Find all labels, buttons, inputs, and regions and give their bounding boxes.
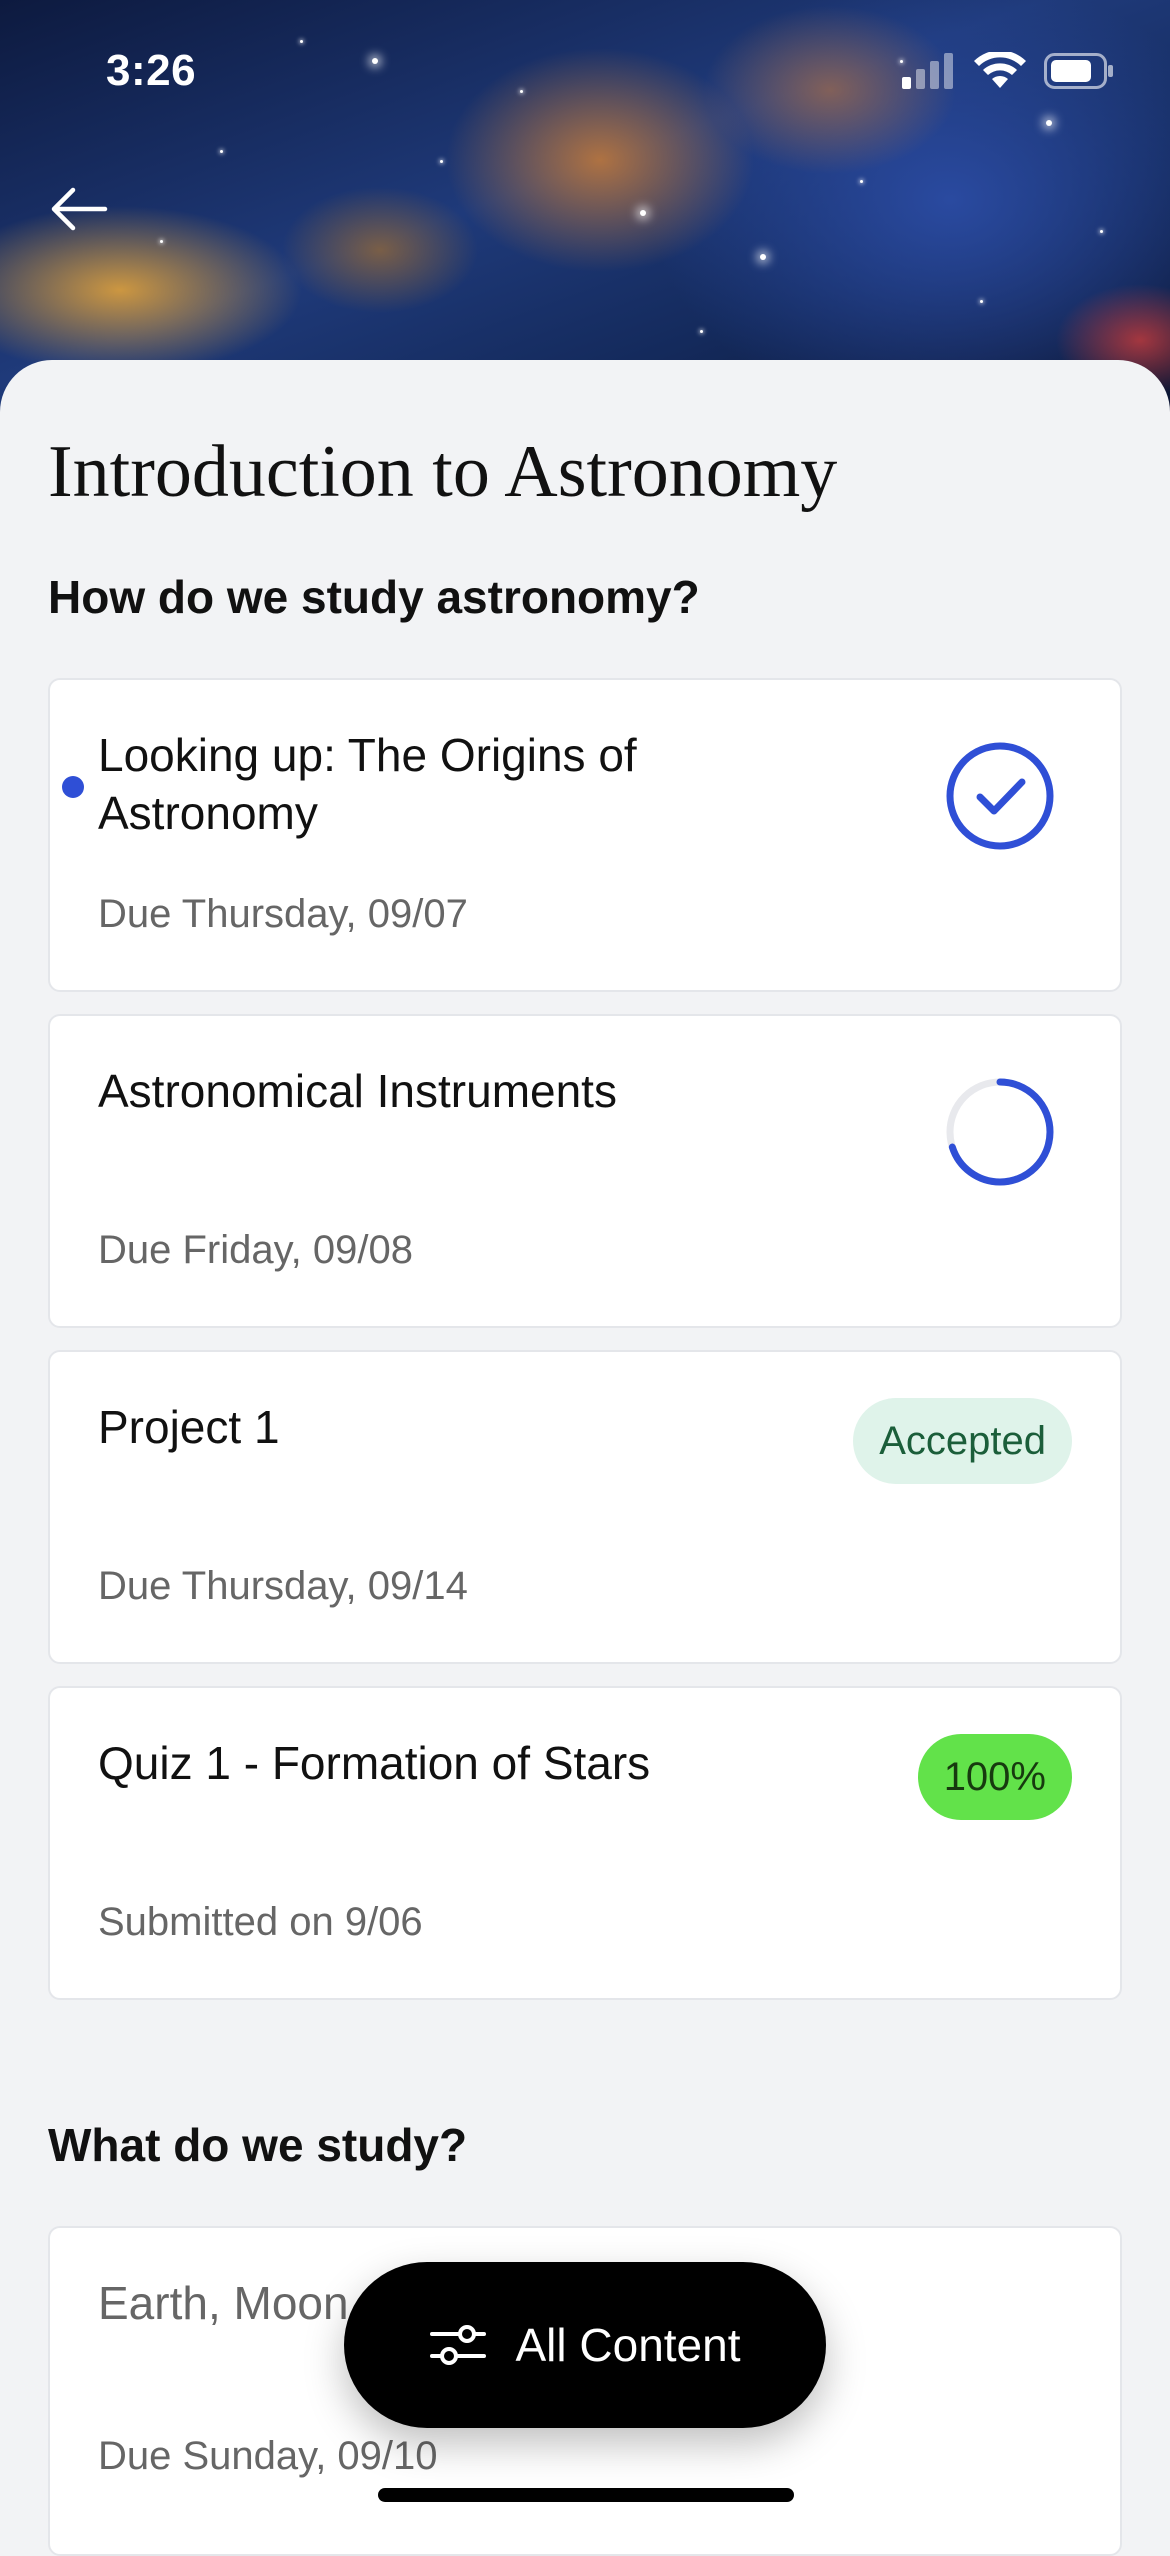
item-title: Project 1: [98, 1401, 280, 1453]
unread-indicator: [62, 776, 84, 798]
item-subtitle: Due Sunday, 09/10: [98, 2434, 438, 2478]
section-heading: How do we study astronomy?: [48, 571, 700, 623]
home-indicator: [378, 2488, 794, 2502]
check-circle-icon: [946, 742, 1054, 850]
sliders-icon: [430, 2325, 487, 2365]
page-title: Introduction to Astronomy: [48, 431, 838, 513]
list-item[interactable]: Quiz 1 - Formation of Stars Submitted on…: [48, 1686, 1122, 2000]
status-time: 3:26: [106, 46, 197, 95]
item-subtitle: Due Thursday, 09/07: [98, 892, 468, 936]
status-icons: [902, 52, 1114, 90]
progress-ring-icon: [946, 1078, 1054, 1186]
item-title: Astronomical Instruments: [98, 1065, 617, 1117]
list-item[interactable]: Project 1 Due Thursday, 09/14 Accepted: [48, 1350, 1122, 1664]
battery-icon: [1044, 53, 1113, 89]
item-subtitle: Due Friday, 09/08: [98, 1228, 413, 1272]
item-title: Looking up: The Origins of Astronomy: [98, 729, 637, 839]
back-button[interactable]: [44, 174, 114, 244]
signal-icon: [902, 53, 953, 89]
section-heading: What do we study?: [48, 2119, 468, 2171]
list-item[interactable]: Looking up: The Origins of Astronomy Due…: [48, 678, 1122, 992]
wifi-icon: [974, 52, 1026, 88]
arrow-left-icon: [51, 187, 108, 231]
status-badge: Accepted: [853, 1398, 1072, 1484]
item-subtitle: Submitted on 9/06: [98, 1900, 423, 1944]
item-subtitle: Due Thursday, 09/14: [98, 1564, 468, 1608]
filter-button-label: All Content: [515, 2319, 741, 2371]
score-badge: 100%: [917, 1734, 1072, 1820]
list-item[interactable]: Astronomical Instruments Due Friday, 09/…: [48, 1014, 1122, 1328]
item-title: Quiz 1 - Formation of Stars: [98, 1737, 651, 1789]
all-content-filter-button[interactable]: All Content: [344, 2262, 826, 2428]
